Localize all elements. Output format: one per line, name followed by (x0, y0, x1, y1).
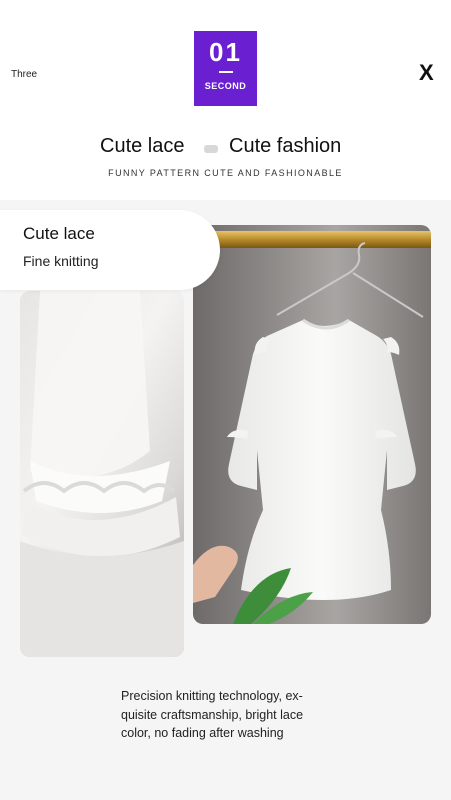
badge-label: SECOND (204, 81, 247, 91)
product-description: Precision knitting technology, ex- quisi… (121, 687, 341, 743)
description-line: color, no fading after washing (121, 726, 284, 740)
feature-subheading: Fine knitting (23, 253, 99, 269)
feature-bubble: Cute lace Fine knitting (0, 210, 220, 290)
description-line: quisite craftsmanship, bright lace (121, 707, 304, 722)
header-left-label: Three (11, 69, 38, 80)
title-right: Cute fashion (229, 135, 342, 157)
feature-heading: Cute lace (23, 224, 95, 243)
header-section: Three 01 SECOND X Cute lace Cute fashion… (0, 0, 451, 200)
lace-illustration (20, 291, 184, 657)
close-icon[interactable]: X (419, 60, 434, 86)
page-subtitle: FUNNY PATTERN CUTE AND FASHIONABLE (108, 168, 343, 178)
title-left: Cute lace (100, 135, 185, 157)
title-separator (204, 145, 218, 153)
badge-divider (218, 71, 233, 73)
description-line: Precision knitting technology, ex- (121, 689, 303, 703)
dress-photo (193, 225, 431, 624)
lace-closeup-photo (20, 291, 184, 657)
badge-number: 01 (209, 37, 242, 67)
dress-illustration (193, 231, 431, 624)
step-badge: 01 SECOND (194, 31, 257, 106)
